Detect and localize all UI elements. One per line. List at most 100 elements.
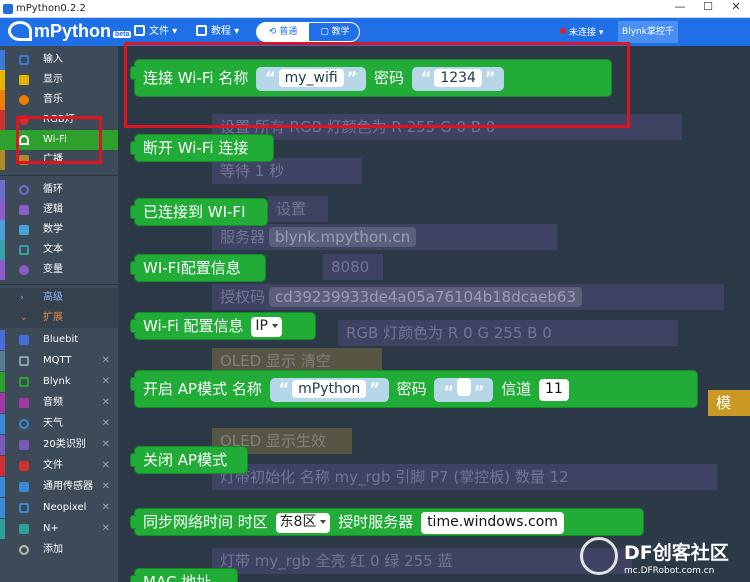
remove-extension-icon[interactable]: ✕ — [102, 414, 110, 434]
ext-bluebit[interactable]: Bluebit — [0, 330, 118, 350]
category-text[interactable]: 文本 — [0, 240, 118, 260]
app-icon — [3, 4, 13, 14]
block-ap-mode[interactable]: 开启 AP模式 名称 “mPython” 密码 “” 信道 11 — [130, 370, 698, 408]
maximize-button[interactable]: ☐ — [694, 0, 722, 18]
block-ap-close[interactable]: 关闭 AP模式 — [130, 446, 248, 474]
password-string-slot[interactable]: “1234” — [411, 66, 505, 91]
block-wifi-config-info[interactable]: WI-FI配置信息 — [130, 254, 266, 282]
chevron-down-icon — [271, 324, 278, 328]
block-category-sidebar: 输入 显示 音乐 RGB灯 Wi-Fi 广播 循环 逻辑 数学 文本 变量 › 高… — [0, 46, 118, 582]
add-icon — [19, 545, 29, 555]
block-notch — [130, 575, 136, 582]
timezone-dropdown[interactable]: 东8区 — [275, 513, 331, 533]
block-notch — [130, 515, 136, 529]
category-display[interactable]: 显示 — [0, 70, 118, 90]
ext-blynk[interactable]: Blynk ✕ — [0, 372, 118, 392]
chevron-down-icon: ⌄ — [20, 313, 28, 323]
tutorial-menu-button[interactable]: 教程 ▾ — [196, 24, 239, 40]
ghost-server-block: 服务器 blynk.mpython.cn — [212, 224, 557, 250]
connection-status[interactable]: 未连接 ▾ — [560, 25, 603, 38]
ext-20class[interactable]: 20类识别 ✕ — [0, 435, 118, 455]
chevron-right-icon: › — [20, 293, 24, 303]
remove-extension-icon[interactable]: ✕ — [102, 351, 110, 371]
broadcast-icon — [19, 155, 29, 165]
ghost-edge-block: 模 — [708, 390, 750, 416]
remove-extension-icon[interactable]: ✕ — [102, 477, 110, 497]
category-color-bar — [0, 414, 5, 434]
recognition-icon — [19, 440, 29, 450]
block-notch — [130, 205, 136, 219]
ext-add[interactable]: 添加 — [0, 540, 118, 560]
block-mac-address[interactable]: MAC 地址 — [130, 568, 238, 582]
ghost-strip-color-block: 灯带 my_rgb 全亮 红 0 绿 255 蓝 — [212, 548, 632, 574]
block-workspace[interactable]: 设置 所有 RGB 灯颜色为 R 255 G 0 B 0 等待 1 秒 设置 服… — [118, 46, 750, 582]
category-color-bar — [0, 498, 5, 518]
sidebar-divider — [0, 175, 118, 176]
ext-file[interactable]: 文件 ✕ — [0, 456, 118, 476]
remove-extension-icon[interactable]: ✕ — [102, 372, 110, 392]
ext-mqtt[interactable]: MQTT ✕ — [0, 351, 118, 371]
neopixel-icon — [19, 503, 29, 513]
category-color-bar — [0, 240, 5, 260]
file-icon — [134, 25, 145, 36]
category-loop[interactable]: 循环 — [0, 180, 118, 200]
ap-channel-slot[interactable]: 11 — [539, 379, 569, 401]
loop-icon — [19, 185, 29, 195]
block-wifi-connect[interactable]: 连接 Wi-Fi 名称 “my_wifi” 密码 “1234” — [130, 59, 612, 97]
category-rgb[interactable]: RGB灯 — [0, 110, 118, 130]
block-notch — [130, 453, 136, 467]
block-wifi-config-info-option[interactable]: Wi-Fi 配置信息 IP — [130, 312, 316, 340]
dfrobot-logo-icon — [580, 537, 618, 575]
ext-audio[interactable]: 音频 ✕ — [0, 393, 118, 413]
config-option-dropdown[interactable]: IP — [251, 317, 282, 337]
category-color-bar — [0, 372, 5, 392]
weather-icon — [19, 419, 29, 429]
logic-icon — [19, 205, 29, 215]
mode-toggle: ⟲ 普通 ▢ 教学 — [256, 22, 360, 42]
category-color-bar — [0, 70, 5, 90]
remove-extension-icon[interactable]: ✕ — [102, 498, 110, 518]
category-color-bar — [0, 110, 5, 130]
block-wifi-connected[interactable]: 已连接到 WI-FI — [130, 198, 268, 226]
category-color-bar — [0, 90, 5, 110]
block-ntp-sync[interactable]: 同步网络时间 时区 东8区 授时服务器 time.windows.com — [130, 508, 644, 536]
remove-extension-icon[interactable]: ✕ — [102, 456, 110, 476]
window-titlebar: mPython0.2.2 — [0, 0, 750, 18]
ap-name-string-slot[interactable]: “mPython” — [269, 377, 389, 402]
mpython-logo: mPython beta — [8, 21, 132, 42]
category-advanced[interactable]: › 高级 — [0, 288, 118, 308]
remove-extension-icon[interactable]: ✕ — [102, 435, 110, 455]
category-logic[interactable]: 逻辑 — [0, 200, 118, 220]
ext-nplus[interactable]: N+ ✕ — [0, 519, 118, 539]
category-color-bar — [0, 220, 5, 240]
block-wifi-disconnect[interactable]: 断开 Wi-Fi 连接 — [130, 134, 274, 162]
remove-extension-icon[interactable]: ✕ — [102, 519, 110, 539]
ext-neopixel[interactable]: Neopixel ✕ — [0, 498, 118, 518]
category-broadcast[interactable]: 广播 — [0, 150, 118, 170]
close-button[interactable]: ✕ — [722, 0, 750, 18]
category-variable[interactable]: 变量 — [0, 260, 118, 280]
ssid-string-slot[interactable]: “my_wifi” — [256, 66, 367, 91]
blynk-button[interactable]: Blynk掌控千目 — [618, 21, 678, 59]
category-color-bar — [0, 519, 5, 539]
ntp-server-slot[interactable]: time.windows.com — [421, 512, 564, 534]
ap-password-string-slot[interactable]: “” — [434, 377, 494, 402]
mode-normal-button[interactable]: ⟲ 普通 — [257, 23, 309, 41]
ext-sensor[interactable]: 通用传感器 ✕ — [0, 477, 118, 497]
category-wifi[interactable]: Wi-Fi — [0, 130, 118, 150]
category-color-bar — [0, 351, 5, 371]
category-extensions[interactable]: ⌄ 扩展 — [0, 308, 118, 328]
mode-teach-button[interactable]: ▢ 教学 — [309, 23, 359, 41]
category-music[interactable]: 音乐 — [0, 90, 118, 110]
ghost-rgb-block: 设置 所有 RGB 灯颜色为 R 255 G 0 B 0 — [212, 114, 682, 140]
bluebit-icon — [19, 335, 29, 345]
category-color-bar — [0, 130, 5, 150]
category-input[interactable]: 输入 — [0, 50, 118, 70]
minimize-button[interactable]: — — [666, 0, 694, 18]
category-math[interactable]: 数学 — [0, 220, 118, 240]
remove-extension-icon[interactable]: ✕ — [102, 393, 110, 413]
ext-weather[interactable]: 天气 ✕ — [0, 414, 118, 434]
file-menu-button[interactable]: 文件 ▾ — [134, 24, 177, 40]
category-color-bar — [0, 180, 5, 200]
category-color-bar — [0, 150, 5, 170]
